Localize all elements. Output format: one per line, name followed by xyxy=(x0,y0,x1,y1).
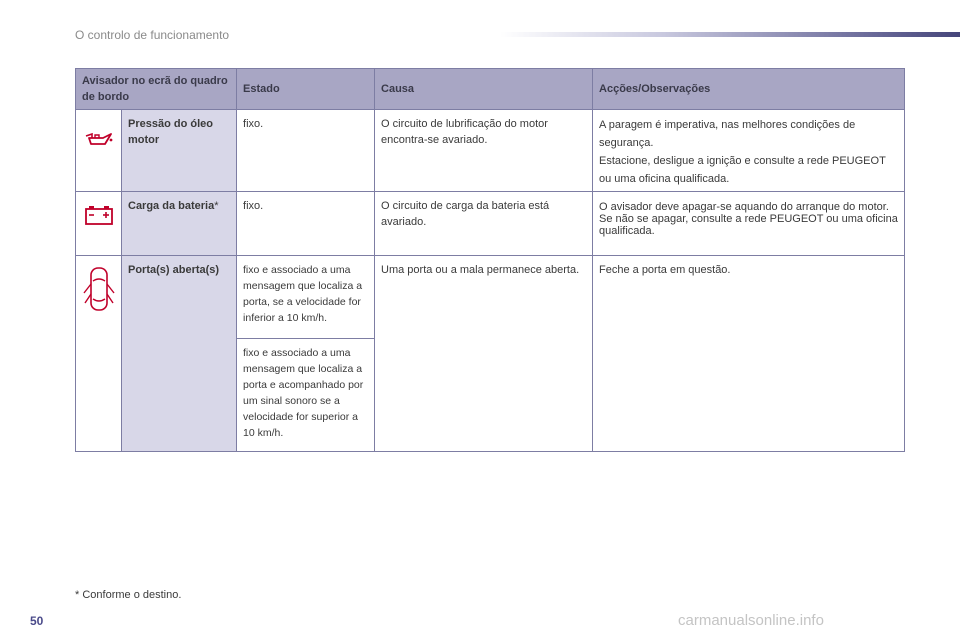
causa-text: O circuito de carga da bateria está avar… xyxy=(381,200,550,228)
table-header-row: Avisador no ecrã do quadro de bordo Esta… xyxy=(74,68,906,110)
footnote-marker: * xyxy=(214,200,219,212)
accoes-text: A paragem é imperativa, nas melhores con… xyxy=(599,119,856,149)
estado-text: fixo. xyxy=(243,200,264,212)
table-row: Carga da bateria* fixo. O circuito de ca… xyxy=(75,191,906,256)
section-title: O controlo de funcionamento xyxy=(75,28,230,42)
table-row: Porta(s) aberta(s) fixo e associado a um… xyxy=(75,255,906,452)
accoes-text: Feche a porta em questão. xyxy=(599,264,731,276)
icon-cell xyxy=(75,255,122,452)
battery-icon xyxy=(84,206,113,225)
estado-text: fixo e associado a uma mensagem que loca… xyxy=(243,347,364,439)
table-row: Pressão do óleo motor fixo. O circuito d… xyxy=(75,109,906,192)
warning-name: Pressão do óleo motor xyxy=(128,118,213,146)
estado-cell: fixo. xyxy=(236,109,376,192)
column-header-avisador: Avisador no ecrã do quadro de bordo xyxy=(74,68,238,110)
causa-text: O circuito de lubrificação do motor enco… xyxy=(381,118,548,146)
column-header-causa: Causa xyxy=(374,68,594,110)
page-number: 50 xyxy=(30,614,44,628)
accoes-cell: O avisador deve apagar-se aquando do arr… xyxy=(592,191,906,256)
header-gradient-bar xyxy=(500,32,960,37)
oil-can-icon xyxy=(85,132,112,145)
column-header-estado: Estado xyxy=(236,68,376,110)
accoes-cell: Feche a porta em questão. xyxy=(592,255,906,452)
estado-cell: fixo. xyxy=(236,191,376,256)
warning-name: Carga da bateria xyxy=(128,200,215,212)
accoes-text: O avisador deve apagar-se aquando do arr… xyxy=(599,201,889,213)
column-header-accoes: Acções/Observações xyxy=(592,68,906,110)
warning-name: Porta(s) aberta(s) xyxy=(128,264,220,276)
icon-cell xyxy=(75,109,122,192)
icon-cell xyxy=(75,191,122,256)
causa-cell: O circuito de carga da bateria está avar… xyxy=(374,191,594,256)
footnote: * Conforme o destino. xyxy=(75,589,182,601)
warning-lights-table: Avisador no ecrã do quadro de bordo Esta… xyxy=(74,68,906,452)
accoes-cell: A paragem é imperativa, nas melhores con… xyxy=(592,109,906,192)
accoes-text: Estacione, desligue a ignição e consulte… xyxy=(599,155,886,185)
door-open-icon xyxy=(82,267,115,311)
causa-cell: Uma porta ou a mala permanece aberta. xyxy=(374,255,594,452)
estado-cell: fixo e associado a uma mensagem que loca… xyxy=(236,338,376,452)
watermark: carmanualsonline.info xyxy=(678,612,824,629)
estado-cell: fixo e associado a uma mensagem que loca… xyxy=(236,255,376,339)
warning-name-cell: Porta(s) aberta(s) xyxy=(120,255,238,452)
accoes-text: Se não se apagar, consulte a rede PEUGEO… xyxy=(599,213,898,237)
causa-text: Uma porta ou a mala permanece aberta. xyxy=(381,264,580,276)
warning-name-cell: Pressão do óleo motor xyxy=(120,109,238,192)
causa-cell: O circuito de lubrificação do motor enco… xyxy=(374,109,594,192)
estado-text: fixo. xyxy=(243,118,264,130)
estado-text: fixo e associado a uma mensagem que loca… xyxy=(243,264,363,324)
warning-name-cell: Carga da bateria* xyxy=(120,191,238,256)
